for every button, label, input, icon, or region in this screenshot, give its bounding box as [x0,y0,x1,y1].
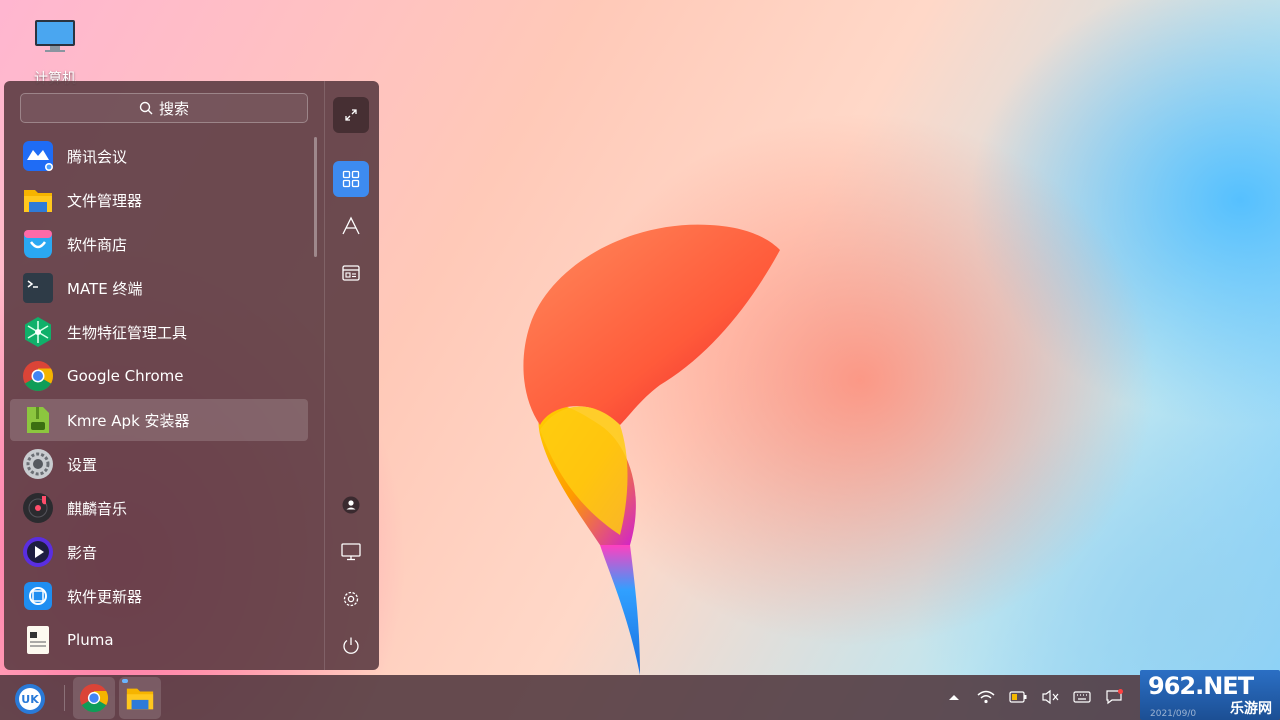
app-label: 设置 [67,455,98,474]
app-item-file-manager[interactable]: 文件管理器 [10,179,308,221]
computer-icon [22,18,88,60]
monitor-button[interactable] [333,534,369,570]
app-item-music[interactable]: 麒麟音乐 [10,487,308,529]
app-label: Google Chrome [67,367,184,385]
tray-battery[interactable] [1008,687,1028,707]
user-button[interactable] [333,487,369,523]
software-updater-icon [24,582,52,610]
taskbar-app-chrome[interactable] [73,677,115,719]
app-item-biometric[interactable]: 生物特征管理工具 [10,311,308,353]
wallpaper-flower [523,224,780,675]
tray-wifi[interactable] [976,687,996,707]
expand-button[interactable] [333,97,369,133]
arrow-up-icon [949,695,959,700]
app-item-terminal[interactable]: MATE 终端 [10,267,308,309]
watermark-sub: 乐游网 [1230,701,1272,717]
taskbar: UK [0,675,1280,720]
wifi-icon [977,690,995,704]
app-label: Kmre Apk 安装器 [67,411,190,430]
user-icon [342,496,360,514]
desktop-icon-computer[interactable]: 计算机 [22,18,88,88]
tray-expand-button[interactable] [944,687,964,707]
app-item-pluma[interactable]: Pluma [10,619,308,661]
grid-view-button[interactable] [333,161,369,197]
file-manager-icon [126,688,154,710]
music-icon [23,493,53,523]
category-view-button[interactable] [333,255,369,291]
search-input[interactable]: 搜索 [20,93,308,123]
app-label: 腾讯会议 [67,147,128,166]
app-item-video-player[interactable]: 影音 [10,531,308,573]
chrome-icon [23,361,54,392]
app-label: 生物特征管理工具 [67,323,188,342]
app-item-settings[interactable]: 设置 [10,443,308,485]
watermark-date: 2021/09/0 [1150,709,1197,719]
file-manager-icon [24,190,52,212]
battery-icon [1009,691,1027,703]
apk-installer-icon [27,407,49,433]
app-item-software-updater[interactable]: 软件更新器 [10,575,308,617]
biometric-icon [25,317,51,347]
monitor-icon [341,543,361,561]
tray-notifications[interactable] [1104,687,1124,707]
software-store-icon [24,230,52,258]
expand-icon [345,109,357,121]
category-view-icon [342,265,360,281]
grid-view-icon [342,170,360,188]
start-menu: 搜索 腾讯会议 文件管理器 软件商店 MATE 终端 生物特征管理工具 Goog… [4,81,379,670]
app-label: 软件商店 [67,235,128,254]
app-label: 影音 [67,543,98,562]
settings-icon [23,449,53,479]
start-button[interactable]: UK [14,683,46,715]
watermark-logo: 962.NET 2021/09/0 乐游网 [1140,670,1280,720]
running-indicator [122,679,128,683]
app-list-scrollbar[interactable] [314,137,317,257]
chrome-icon [79,683,109,713]
tencent-meeting-icon [23,141,53,171]
video-player-icon [23,537,53,567]
notification-icon [1106,689,1123,705]
terminal-icon [23,273,53,303]
menu-divider [324,81,325,670]
app-item-chrome[interactable]: Google Chrome [10,355,308,397]
kylin-start-icon: UK [15,684,45,714]
taskbar-app-file-manager[interactable] [119,677,161,719]
keyboard-icon [1073,691,1091,703]
taskbar-separator [64,685,65,711]
svg-text:UK: UK [21,693,39,706]
tray-keyboard[interactable] [1072,687,1092,707]
pluma-icon [27,626,49,654]
app-item-apk-installer[interactable]: Kmre Apk 安装器 [10,399,308,441]
app-list: 腾讯会议 文件管理器 软件商店 MATE 终端 生物特征管理工具 Google … [10,135,308,663]
power-button[interactable] [333,628,369,664]
watermark-brand: 962.NET [1148,672,1254,700]
app-label: Pluma [67,631,114,649]
app-item-tencent-meeting[interactable]: 腾讯会议 [10,135,308,177]
alphabet-view-button[interactable] [333,208,369,244]
gear-icon [343,591,359,607]
app-label: MATE 终端 [67,279,143,298]
app-item-software-store[interactable]: 软件商店 [10,223,308,265]
power-icon [343,637,359,654]
tray-volume[interactable] [1040,687,1060,707]
volume-muted-icon [1042,689,1059,705]
settings-button[interactable] [333,581,369,617]
search-icon [139,101,153,115]
alphabet-view-icon [342,216,360,235]
app-label: 麒麟音乐 [67,499,128,518]
app-label: 文件管理器 [67,191,143,210]
app-label: 软件更新器 [67,587,143,606]
search-placeholder: 搜索 [158,99,189,118]
